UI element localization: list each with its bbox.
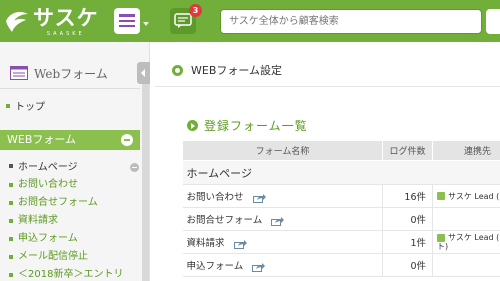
sidebar-form-list: お問い合わせ お問合せフォーム 資料請求 申込フォーム メール配信停止 ＜201… — [9, 176, 123, 281]
sidebar-group-label: ホームページ — [18, 162, 78, 173]
sidebar-title-text: Webフォーム — [34, 66, 108, 81]
table-row[interactable]: お問い合わせ 16件 サスケ Lead (ス — [182, 184, 500, 208]
table-row[interactable]: 申込フォーム 0件 — [182, 253, 500, 277]
sidebar-item-label: お問合せフォーム — [18, 197, 98, 208]
ring-icon — [172, 64, 183, 76]
bullet-icon — [6, 103, 10, 108]
collapse-icon[interactable] — [130, 163, 139, 172]
log-count-cell: 16件 — [382, 184, 433, 208]
sidebar-item-form[interactable]: 申込フォーム — [9, 230, 123, 248]
sidebar-item-form[interactable]: 資料請求 — [9, 212, 123, 230]
top-bar: サスケ SAASKE 3 — [0, 0, 500, 42]
log-count-cell: 0件 — [382, 207, 433, 231]
form-name: お問い合わせ — [186, 192, 244, 203]
link-target-cell: サスケ Lead (ス — [432, 184, 500, 208]
bullet-icon — [9, 273, 13, 277]
sidebar-section-label: WEBフォーム — [7, 133, 77, 146]
chat-bubble-icon — [174, 13, 192, 28]
sidebar-collapse-button[interactable] — [137, 62, 150, 84]
sidebar-item-form[interactable]: ＜2018新卒＞エントリ — [9, 266, 123, 281]
sidebar-item-top[interactable]: トップ — [6, 98, 45, 113]
share-icon[interactable] — [252, 262, 266, 272]
form-name-cell[interactable]: お問い合わせ — [182, 184, 383, 208]
log-count-cell: 1件 — [382, 230, 433, 254]
chevron-down-icon[interactable] — [143, 22, 149, 26]
divider — [0, 88, 140, 89]
bullet-icon — [9, 255, 13, 259]
sidebar-item-label: 資料請求 — [18, 215, 58, 226]
app-logo[interactable]: サスケ SAASKE — [4, 6, 99, 40]
form-name-cell[interactable]: 申込フォーム — [182, 253, 383, 277]
share-icon[interactable] — [271, 216, 285, 226]
lead-icon — [437, 192, 445, 200]
sidebar-item-label: トップ — [15, 102, 45, 113]
form-menu-button[interactable] — [114, 8, 140, 34]
link-target-text: サスケ Lead (ス — [448, 191, 500, 201]
sidebar-group-homepage[interactable]: ホームページ — [9, 158, 78, 173]
section-header: 登録フォーム一覧 — [187, 117, 308, 134]
divider — [155, 86, 500, 87]
lead-icon — [437, 233, 445, 242]
group-label: ホームページ — [182, 160, 500, 185]
sidebar-scrollbar[interactable] — [142, 84, 149, 281]
sidebar-item-label: お問い合わせ — [18, 179, 78, 190]
form-name: 申込フォーム — [186, 261, 244, 272]
logo-subtext: SAASKE — [46, 31, 85, 37]
sidebar-item-form[interactable]: メール配信停止 — [9, 248, 123, 266]
logo-mark-icon — [6, 12, 28, 32]
search-button[interactable] — [486, 9, 500, 34]
sidebar-item-label: メール配信停止 — [18, 251, 88, 262]
table-group-row: ホームページ — [182, 160, 500, 185]
form-name: お問合せフォーム — [186, 215, 263, 226]
form-name-cell[interactable]: お問合せフォーム — [182, 207, 383, 231]
share-icon[interactable] — [252, 193, 266, 203]
form-table: フォーム名称 ログ件数 連携先 ホームページ お問い合わせ 16件 サスケ Le… — [182, 140, 500, 277]
page-title: WEBフォーム設定 — [191, 64, 283, 77]
sidebar-section-webform[interactable]: WEBフォーム — [0, 130, 140, 150]
table-header-row: フォーム名称 ログ件数 連携先 — [182, 140, 500, 161]
link-target-cell: サスケ Lead (ストト) — [432, 230, 500, 254]
sidebar-title: Webフォーム — [10, 64, 108, 82]
bullet-icon — [9, 237, 13, 241]
sidebar-item-form[interactable]: お問い合わせ — [9, 176, 123, 194]
sidebar-item-label: 申込フォーム — [18, 233, 78, 244]
bullet-icon — [9, 163, 13, 168]
notification-button[interactable]: 3 — [170, 4, 202, 34]
bullet-icon — [9, 183, 13, 187]
collapse-icon[interactable] — [121, 134, 133, 146]
form-name-cell[interactable]: 資料請求 — [182, 230, 383, 254]
bullet-icon — [9, 219, 13, 223]
sidebar-item-label: ＜2018新卒＞エントリ — [18, 269, 124, 280]
link-target-text: サスケ Lead (ストト) — [437, 233, 500, 251]
link-target-cell — [432, 253, 500, 277]
share-icon[interactable] — [233, 239, 247, 249]
table-row[interactable]: お問合せフォーム 0件 — [182, 207, 500, 231]
column-header: ログ件数 — [382, 140, 433, 161]
logo-text: サスケ — [33, 6, 99, 30]
notification-badge: 3 — [189, 4, 202, 17]
link-target-cell — [432, 207, 500, 231]
column-header: フォーム名称 — [182, 140, 383, 161]
customer-search-input[interactable] — [220, 9, 482, 34]
table-row[interactable]: 資料請求 1件 サスケ Lead (ストト) — [182, 230, 500, 254]
arrow-circle-icon — [187, 120, 198, 131]
log-count-cell: 0件 — [382, 253, 433, 277]
form-list-icon — [119, 14, 135, 28]
bullet-icon — [9, 201, 13, 205]
sidebar-item-form[interactable]: お問合せフォーム — [9, 194, 123, 212]
form-icon — [10, 66, 28, 80]
section-title: 登録フォーム一覧 — [204, 119, 308, 133]
column-header: 連携先 — [432, 140, 500, 161]
page-header: WEBフォーム設定 — [172, 62, 282, 78]
form-name: 資料請求 — [186, 238, 225, 249]
